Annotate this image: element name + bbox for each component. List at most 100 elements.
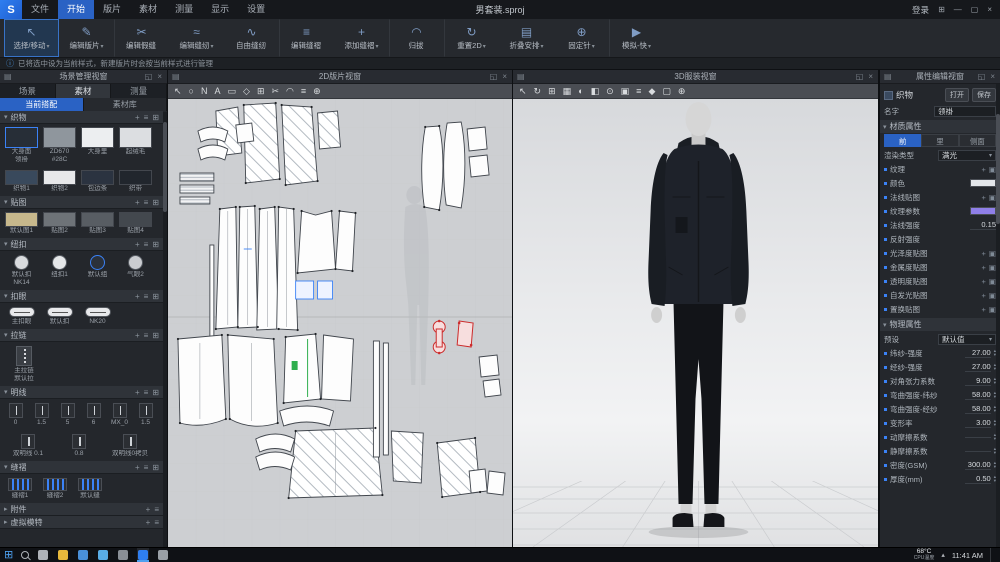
property-value[interactable]: 9.00 (965, 376, 991, 386)
topstitch-item[interactable]: 0 (4, 402, 27, 427)
fabric-swatch[interactable]: 织带 (118, 170, 153, 193)
popout-icon[interactable]: ◱ (978, 72, 986, 81)
buttonhole-item[interactable]: 主扣眼 (4, 306, 39, 326)
property-value[interactable]: 300.00 (965, 460, 991, 470)
fabric-swatch[interactable]: 包边条 (80, 170, 115, 193)
style3d[interactable] (137, 548, 149, 562)
popout-icon[interactable]: ◱ (145, 72, 153, 81)
map-swatch[interactable]: 贴图4 (118, 212, 153, 235)
pleat-item[interactable]: 默认缝 (74, 477, 106, 500)
grid-icon[interactable]: ⊞ (152, 240, 159, 249)
select-icon[interactable]: ↖ (174, 84, 182, 99)
menu-item[interactable]: 设置 (238, 0, 274, 19)
grid-icon[interactable]: ⊞ (152, 388, 159, 397)
left-tab[interactable]: 素材 (56, 84, 112, 98)
property-value[interactable]: 58.00 (965, 404, 991, 414)
add-icon[interactable]: + (146, 518, 151, 527)
ribbon-tool[interactable]: ↻ 重置2D▾ (444, 19, 499, 57)
pleat-item[interactable]: 缝褶1 (4, 477, 36, 500)
close-icon[interactable]: × (868, 72, 873, 81)
material-section-header[interactable]: ▾ 材质属性 (880, 120, 1000, 133)
frame-icon[interactable]: ▢ (662, 84, 671, 99)
section-header[interactable]: ▾ 缝褶 + ≡ ⊞ (0, 461, 163, 474)
close-icon[interactable]: × (157, 72, 162, 81)
mail[interactable] (97, 548, 109, 562)
map-swatch[interactable]: 默认图1 (4, 212, 39, 235)
tray-expand-icon[interactable]: ▴ (941, 551, 945, 559)
maximize-icon[interactable]: ▢ (971, 5, 979, 14)
curve-tool-icon[interactable]: ◠ (286, 84, 294, 99)
window-menu-icon[interactable]: ▤ (513, 72, 529, 81)
ribbon-tool[interactable]: ≈ 编辑缝纫▾ (169, 19, 224, 57)
section-header[interactable]: ▾ 贴图 + ≡ ⊞ (0, 196, 163, 209)
buttonhole-item[interactable]: NK20 (80, 306, 115, 326)
login-button[interactable]: 登录 (912, 4, 929, 16)
zipper-item[interactable]: 主拉链 默认拉 (4, 345, 44, 383)
ribbon-tool[interactable]: + 添加缝褶▾ (334, 19, 389, 57)
left-subtab[interactable]: 当前搭配 (0, 98, 84, 111)
menu-item[interactable]: 文件 (22, 0, 58, 19)
add-icon[interactable]: + (135, 292, 140, 301)
map-slot-icon[interactable]: ▣ (989, 249, 996, 258)
minimize-icon[interactable]: — (954, 5, 962, 14)
preset-select[interactable]: 默认值 ▾ (938, 334, 996, 345)
property-value[interactable]: 58.00 (965, 390, 991, 400)
ribbon-tool[interactable]: ↖ 选择/移动▾ (4, 19, 59, 57)
slot-icon[interactable]: ▣ (621, 84, 630, 99)
show-grid-icon[interactable]: ▦ (563, 84, 572, 99)
add-map-icon[interactable]: + (982, 291, 986, 300)
fabric-swatch[interactable]: ZD670 #28C (42, 127, 77, 164)
button-item[interactable]: 默认组 (80, 254, 115, 287)
add-icon[interactable]: + (146, 505, 151, 514)
section-header[interactable]: ▾ 拉链 + ≡ ⊞ (0, 329, 163, 342)
render-type-select[interactable]: 满光 ▾ (938, 150, 996, 161)
ribbon-tool[interactable]: ≡ 编辑缝褶 (279, 19, 334, 57)
fabric-swatch[interactable]: 起绒毛 (118, 127, 153, 164)
grid-icon[interactable]: ⊞ (152, 463, 159, 472)
physics-section-header[interactable]: ▾ 物理属性 (880, 318, 1000, 331)
section-header[interactable]: ▸ 虚拟模特 + ≡ (0, 516, 163, 529)
select-icon[interactable]: ↖ (519, 84, 527, 99)
section-header[interactable]: ▾ 纽扣 + ≡ ⊞ (0, 238, 163, 251)
add-icon[interactable]: + (135, 240, 140, 249)
fabric-swatch[interactable]: 织物2 (42, 170, 77, 193)
property-value[interactable] (965, 437, 991, 438)
popout-icon[interactable]: ◱ (490, 72, 498, 81)
pleat-item[interactable]: 缝褶2 (39, 477, 71, 500)
fabric-swatch[interactable]: 大身里 (80, 127, 115, 164)
section-header[interactable]: ▾ 扣眼 + ≡ ⊞ (0, 290, 163, 303)
focus-icon[interactable]: ⊙ (606, 84, 614, 99)
color-swatch[interactable] (970, 179, 996, 187)
map-swatch[interactable]: 贴图2 (42, 212, 77, 235)
seam-tool-icon[interactable]: ≡ (301, 84, 306, 99)
pin-tool-icon[interactable]: ⊕ (313, 84, 321, 99)
app-logo-icon[interactable]: S (0, 0, 22, 19)
photos[interactable] (117, 548, 129, 562)
ribbon-tool[interactable]: ▤ 折叠安排▾ (499, 19, 554, 57)
ribbon-tool[interactable]: ▶ 模拟-快▾ (609, 19, 664, 57)
topstitch-item[interactable]: MX_0 (108, 402, 131, 427)
button-item[interactable]: 气眼2 (118, 254, 153, 287)
grid-icon[interactable]: ⊞ (152, 331, 159, 340)
face-tab[interactable]: 侧面 (959, 134, 996, 147)
section-header[interactable]: ▾ 织物 + ≡ ⊞ (0, 111, 163, 124)
dart-tool-icon[interactable]: ◇ (243, 84, 250, 99)
face-tab[interactable]: 前 (884, 134, 921, 147)
pattern-2d-canvas[interactable] (168, 99, 512, 547)
right-scrollbar[interactable] (996, 84, 1000, 547)
add-icon[interactable]: + (135, 113, 140, 122)
list-icon[interactable]: ≡ (154, 505, 159, 514)
menu-item[interactable]: 显示 (202, 0, 238, 19)
add-icon[interactable]: + (135, 463, 140, 472)
render-mode-icon[interactable]: ◐ (578, 84, 583, 99)
section-header[interactable]: ▾ 明线 + ≡ ⊞ (0, 386, 163, 399)
settings[interactable] (157, 548, 169, 562)
list-icon[interactable]: ≡ (144, 331, 149, 340)
start-button-icon[interactable]: ⊞ (4, 548, 13, 562)
rotate-view-icon[interactable]: ↻ (534, 84, 542, 99)
topstitch-item[interactable]: 1.5 (30, 402, 53, 427)
list-icon[interactable]: ≡ (144, 463, 149, 472)
add-icon[interactable]: + (135, 198, 140, 207)
topstitch-item[interactable]: 0.8 (55, 433, 103, 458)
button-item[interactable]: 纽扣1 (42, 254, 77, 287)
